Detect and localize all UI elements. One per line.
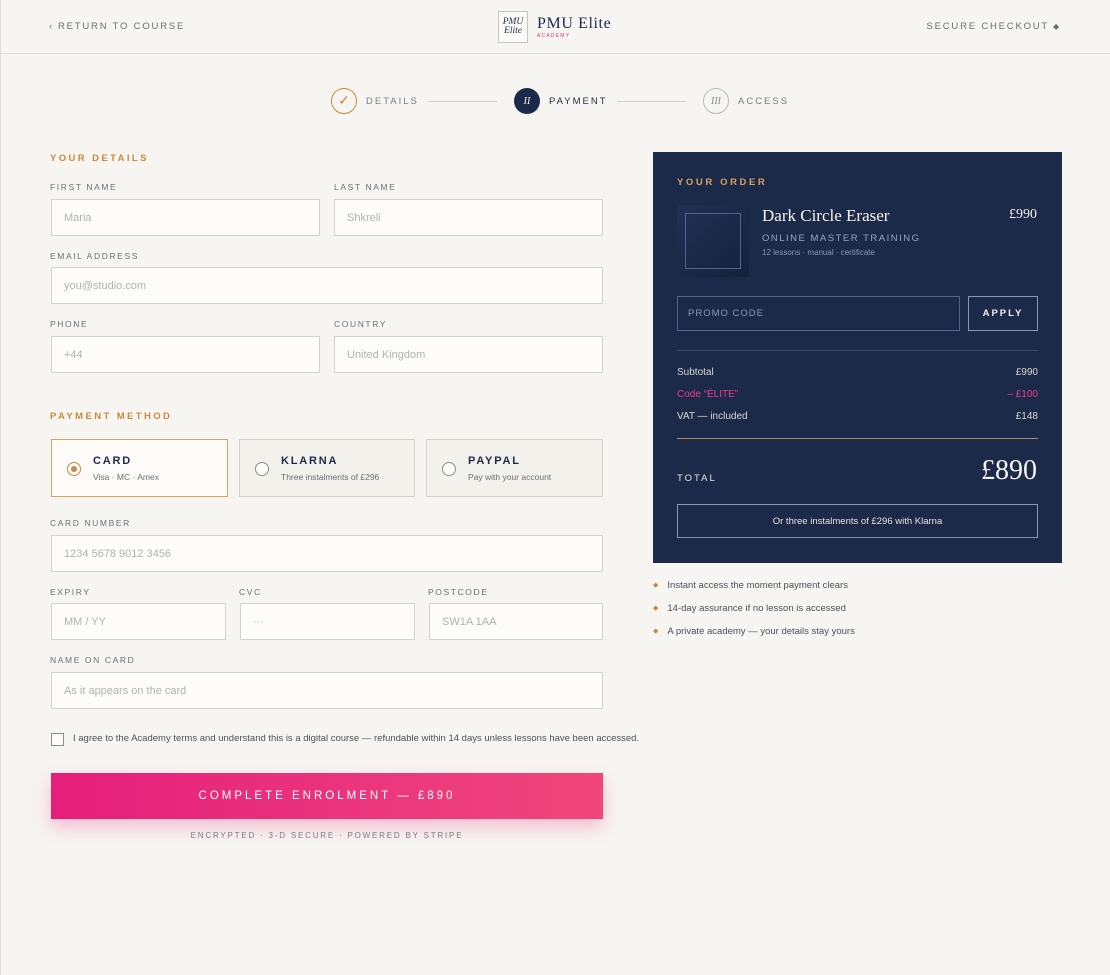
step-payment-marker: II xyxy=(514,88,540,114)
assurance-item: ◆ Instant access the moment payment clear… xyxy=(653,580,848,591)
first-name-field[interactable] xyxy=(51,199,320,236)
secure-checkout-text: SECURE CHECKOUT xyxy=(926,21,1050,32)
payment-method-heading: PAYMENT METHOD xyxy=(50,411,173,422)
payment-option-title: PAYPAL xyxy=(468,455,521,467)
terms-checkbox[interactable] xyxy=(51,733,64,746)
product-thumbnail-frame xyxy=(685,213,741,269)
your-details-heading: YOUR DETAILS xyxy=(50,153,149,164)
vat-row: VAT — included £148 xyxy=(677,411,1038,422)
vat-label: VAT — included xyxy=(677,411,748,422)
apply-promo-label: APPLY xyxy=(982,308,1024,319)
secure-checkout-label: SECURE CHECKOUT ◆ xyxy=(927,21,1062,32)
terms-text: I agree to the Academy terms and underst… xyxy=(73,733,640,744)
complete-enrolment-label: COMPLETE ENROLMENT — £890 xyxy=(198,790,456,802)
phone-label: PHONE xyxy=(50,319,89,329)
apply-promo-button[interactable]: APPLY xyxy=(968,296,1038,331)
payment-option-subtitle: Visa · MC · Amex xyxy=(93,472,159,482)
klarna-instalments-button[interactable]: Or three instalments of £296 with Klarna xyxy=(677,504,1038,538)
step-details-label: DETAILS xyxy=(366,95,419,107)
product-kind: ONLINE MASTER TRAINING xyxy=(762,233,921,244)
cvc-label: CVC xyxy=(239,587,262,597)
brand-mark-text: PMU Elite xyxy=(502,17,524,36)
diamond-bullet-icon: ◆ xyxy=(653,605,659,612)
return-to-course-link[interactable]: ‹ RETURN TO COURSE xyxy=(49,21,185,32)
assurance-item: ◆ 14-day assurance if no lesson is access… xyxy=(653,603,846,614)
product-name: Dark Circle Eraser xyxy=(762,206,890,225)
country-field[interactable] xyxy=(334,336,603,373)
product-price: £990 xyxy=(1009,207,1037,222)
email-field[interactable] xyxy=(51,267,603,304)
email-label: EMAIL ADDRESS xyxy=(50,251,139,261)
lock-icon: ◆ xyxy=(1053,22,1061,31)
assurance-item: ◆ A private academy — your details stay y… xyxy=(653,626,855,637)
step-access-label: ACCESS xyxy=(738,95,790,107)
payment-option-paypal[interactable]: PAYPAL Pay with your account xyxy=(426,439,603,497)
phone-field[interactable] xyxy=(51,336,320,373)
name-on-card-field[interactable] xyxy=(51,672,603,709)
card-number-label: CARD NUMBER xyxy=(50,518,131,528)
payment-option-card[interactable]: CARD Visa · MC · Amex xyxy=(51,439,228,497)
diamond-bullet-icon: ◆ xyxy=(653,628,659,635)
name-on-card-label: NAME ON CARD xyxy=(50,655,136,665)
last-name-label: LAST NAME xyxy=(334,182,397,192)
order-heading: YOUR ORDER xyxy=(677,177,768,188)
radio-button[interactable] xyxy=(255,462,269,476)
total-divider xyxy=(677,438,1038,439)
step-access-marker: III xyxy=(703,88,729,114)
payment-option-title: CARD xyxy=(93,455,132,467)
secure-payment-note: ENCRYPTED · 3-D SECURE · POWERED BY STRI… xyxy=(190,831,464,840)
order-divider xyxy=(677,350,1038,351)
postcode-field[interactable] xyxy=(429,603,603,640)
brand-logo[interactable]: PMU Elite PMU Elite ACADEMY xyxy=(498,11,611,43)
complete-enrolment-button[interactable]: COMPLETE ENROLMENT — £890 xyxy=(51,773,603,819)
step-details-marker: ✓ xyxy=(331,88,357,114)
country-label: COUNTRY xyxy=(334,319,388,329)
step-connector xyxy=(617,101,686,102)
brand-mark: PMU Elite xyxy=(498,11,528,43)
last-name-field[interactable] xyxy=(334,199,603,236)
diamond-bullet-icon: ◆ xyxy=(653,582,659,589)
expiry-label: EXPIRY xyxy=(50,587,91,597)
top-bar: ‹ RETURN TO COURSE PMU Elite PMU Elite AC… xyxy=(1,0,1110,54)
first-name-label: FIRST NAME xyxy=(50,182,118,192)
assurance-text: 14-day assurance if no lesson is accesse… xyxy=(667,603,846,614)
payment-option-title: KLARNA xyxy=(281,455,339,467)
step-payment-label: PAYMENT xyxy=(549,95,608,107)
subtotal-label: Subtotal xyxy=(677,367,714,378)
step-payment: II PAYMENT xyxy=(514,88,608,114)
klarna-instalments-label: Or three instalments of £296 with Klarna xyxy=(772,515,943,527)
payment-option-subtitle: Pay with your account xyxy=(468,472,552,482)
total-value: £890 xyxy=(981,455,1037,486)
subtotal-value: £990 xyxy=(1015,367,1038,378)
order-summary: YOUR ORDER Dark Circle Eraser £990 ONLIN… xyxy=(653,152,1062,563)
subtotal-row: Subtotal £990 xyxy=(677,367,1038,378)
discount-value: – £100 xyxy=(1007,389,1038,400)
postcode-label: POSTCODE xyxy=(428,587,489,597)
product-meta: 12 lessons · manual · certificate xyxy=(762,248,875,257)
brand-sub: ACADEMY xyxy=(537,32,571,39)
cvc-field[interactable] xyxy=(240,603,415,640)
discount-row: Code “ÉLITE” – £100 xyxy=(677,389,1038,400)
total-label: TOTAL xyxy=(677,473,717,484)
vat-value: £148 xyxy=(1015,411,1038,422)
promo-code-input[interactable] xyxy=(677,296,960,331)
radio-button[interactable] xyxy=(442,462,456,476)
brand-text: PMU Elite ACADEMY xyxy=(537,15,611,40)
product-thumbnail xyxy=(677,205,749,277)
return-to-course-label: RETURN TO COURSE xyxy=(57,21,186,32)
step-connector xyxy=(428,101,497,102)
radio-button[interactable] xyxy=(67,462,81,476)
assurance-text: Instant access the moment payment clears xyxy=(667,580,848,591)
step-details[interactable]: ✓ DETAILS xyxy=(331,88,419,114)
payment-option-klarna[interactable]: KLARNA Three instalments of £296 xyxy=(239,439,415,497)
chevron-left-icon: ‹ xyxy=(49,21,54,32)
discount-label: Code “ÉLITE” xyxy=(677,389,739,400)
step-access: III ACCESS xyxy=(703,88,789,114)
assurance-text: A private academy — your details stay yo… xyxy=(667,626,855,637)
payment-option-subtitle: Three instalments of £296 xyxy=(281,472,380,482)
expiry-field[interactable] xyxy=(51,603,226,640)
card-number-field[interactable] xyxy=(51,535,603,572)
brand-name: PMU Elite xyxy=(537,14,612,32)
